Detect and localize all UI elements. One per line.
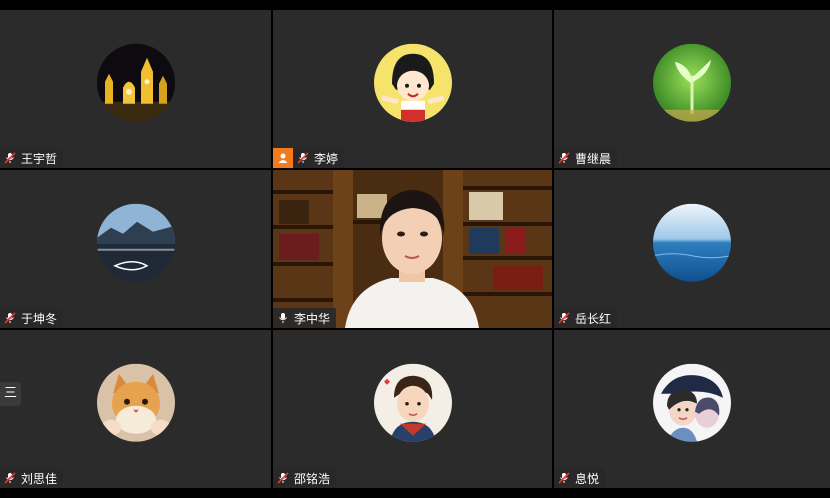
participant-name-bar: 李中华 (273, 308, 337, 328)
cat-icon (96, 363, 175, 442)
bottom-bar (0, 488, 830, 498)
side-label: 三 (0, 382, 22, 406)
video-feed (273, 170, 552, 328)
night-palace-icon (96, 43, 175, 122)
ocean-sky-icon (653, 203, 731, 282)
top-bar (0, 0, 830, 10)
participant-name: 李中华 (294, 311, 331, 326)
participant-name: 息悦 (575, 471, 600, 486)
muted-mic-icon (297, 152, 309, 164)
participant-name: 曹继晨 (575, 151, 612, 166)
host-icon (273, 148, 293, 168)
participant-name-bar: 李婷 (273, 148, 345, 168)
participant-name-bar: 岳长红 (554, 308, 618, 328)
participant-tile-1[interactable]: 王宇哲 (0, 10, 271, 168)
participant-name-bar: 于坤冬 (0, 308, 64, 328)
participant-name: 李婷 (314, 151, 339, 166)
participant-tile-4[interactable]: 于坤冬 (0, 170, 271, 328)
active-speaker-tile[interactable]: 李中华 (273, 170, 552, 328)
participant-name: 王宇哲 (21, 151, 58, 166)
participant-tile-6[interactable]: 岳长红 (554, 170, 830, 328)
cartoon-boy-icon (373, 363, 452, 442)
muted-mic-icon (558, 472, 570, 484)
lake-mountain-icon (96, 203, 175, 282)
participant-name-bar: 王宇哲 (0, 148, 64, 168)
participant-tile-8[interactable]: 邵铭浩 (273, 330, 552, 488)
mic-icon (277, 312, 289, 324)
muted-mic-icon (4, 472, 16, 484)
participant-name-bar: 邵铭浩 (273, 468, 337, 488)
participant-name: 邵铭浩 (294, 471, 331, 486)
participant-name-bar: 刘思佳 (0, 468, 64, 488)
muted-mic-icon (4, 152, 16, 164)
participant-tile-3[interactable]: 曹继晨 (554, 10, 830, 168)
muted-mic-icon (4, 312, 16, 324)
illustrated-woman-icon (653, 363, 731, 442)
muted-mic-icon (277, 472, 289, 484)
participant-name: 于坤冬 (21, 311, 58, 326)
participant-tile-2[interactable]: 李婷 (273, 10, 552, 168)
participant-tile-7[interactable]: 刘思佳 (0, 330, 271, 488)
cartoon-girl-icon (373, 43, 452, 122)
participant-name-bar: 息悦 (554, 468, 606, 488)
participant-name: 刘思佳 (21, 471, 58, 486)
muted-mic-icon (558, 152, 570, 164)
muted-mic-icon (558, 312, 570, 324)
sprout-icon (653, 43, 731, 122)
participant-name-bar: 曹继晨 (554, 148, 618, 168)
participant-tile-9[interactable]: 息悦 (554, 330, 830, 488)
participant-name: 岳长红 (575, 311, 612, 326)
